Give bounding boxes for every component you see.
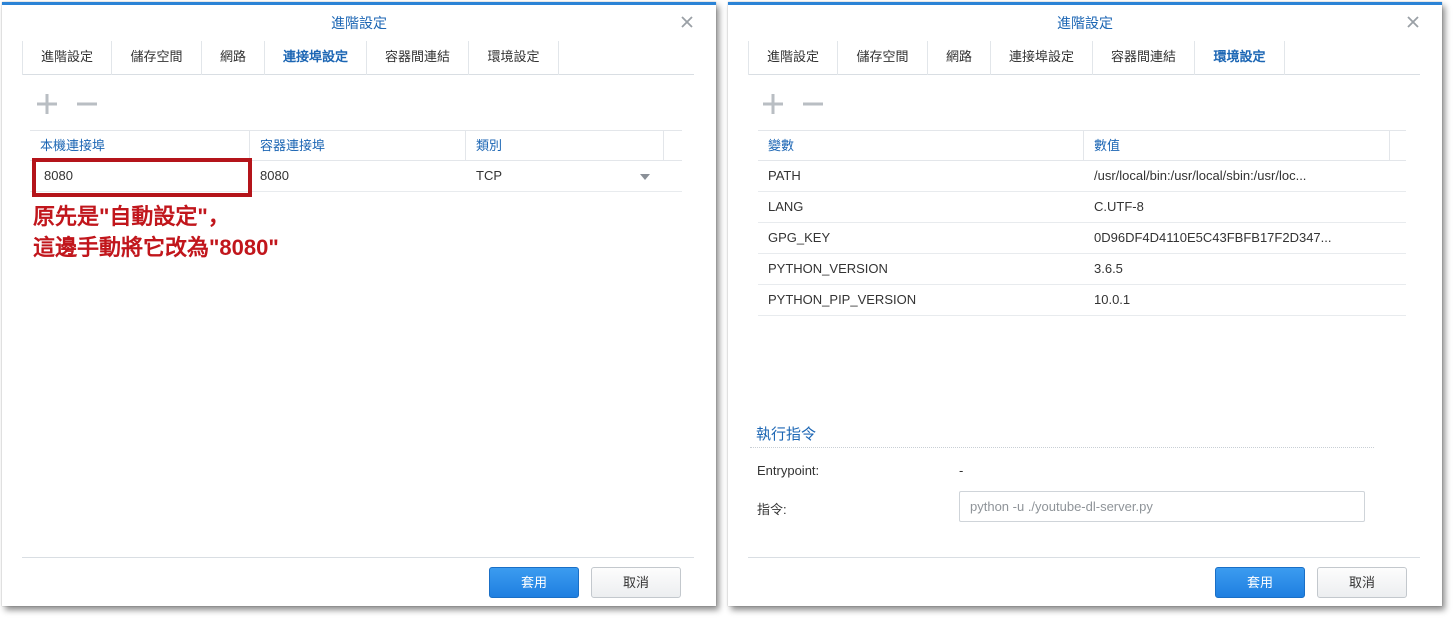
footer-divider (22, 557, 694, 558)
section-title-exec-command: 執行指令 (756, 426, 817, 443)
tab-links[interactable]: 容器間連結 (367, 41, 469, 75)
close-icon[interactable] (679, 14, 695, 30)
apply-button[interactable]: 套用 (1215, 567, 1305, 598)
dialog-title: 進階設定 (1057, 15, 1113, 31)
table-row[interactable]: LANG C.UTF-8 (758, 192, 1406, 223)
entrypoint-label: Entrypoint: (757, 463, 820, 478)
table-row[interactable]: PATH /usr/local/bin:/usr/local/sbin:/usr… (758, 161, 1406, 192)
tab-storage[interactable]: 儲存空間 (112, 41, 202, 75)
table-header: 變數 數值 (758, 130, 1406, 161)
env-value-cell[interactable]: 10.0.1 (1084, 285, 1364, 315)
annotation-highlight-box (32, 158, 252, 197)
tab-environment[interactable]: 環境設定 (1195, 41, 1285, 75)
minus-icon[interactable] (800, 91, 826, 117)
plus-icon[interactable] (34, 91, 60, 117)
chevron-down-icon[interactable] (640, 174, 650, 180)
env-value-cell[interactable]: C.UTF-8 (1084, 192, 1364, 222)
column-header-container-port[interactable]: 容器連接埠 (250, 131, 466, 161)
dialog-title: 進階設定 (331, 15, 387, 31)
command-label: 指令: (757, 502, 787, 517)
column-header-local-port[interactable]: 本機連接埠 (30, 131, 250, 161)
footer-divider (748, 557, 1420, 558)
tab-storage[interactable]: 儲存空間 (838, 41, 928, 75)
column-header-value[interactable]: 數值 (1084, 131, 1390, 161)
tab-bar: 進階設定 儲存空間 網路 連接埠設定 容器間連結 環境設定 (748, 41, 1420, 75)
env-table: 變數 數值 PATH /usr/local/bin:/usr/local/sbi… (758, 130, 1406, 316)
env-value-cell[interactable]: 0D96DF4D4110E5C43FBFB17F2D347... (1084, 223, 1364, 253)
apply-button[interactable]: 套用 (489, 567, 579, 598)
cancel-button[interactable]: 取消 (591, 567, 681, 598)
annotation-line-1: 原先是"自動設定"， (33, 204, 230, 229)
section-divider (750, 447, 1374, 448)
column-header-variable[interactable]: 變數 (758, 131, 1084, 161)
cancel-button[interactable]: 取消 (1317, 567, 1407, 598)
table-row[interactable]: PYTHON_VERSION 3.6.5 (758, 254, 1406, 285)
env-value-cell[interactable]: /usr/local/bin:/usr/local/sbin:/usr/loc.… (1084, 161, 1364, 191)
tab-network[interactable]: 網路 (202, 41, 265, 75)
container-port-cell[interactable]: 8080 (250, 161, 466, 191)
column-header-type[interactable]: 類別 (466, 131, 664, 161)
tab-links[interactable]: 容器間連結 (1093, 41, 1195, 75)
env-name-cell[interactable]: LANG (758, 192, 1078, 222)
tab-advanced[interactable]: 進階設定 (748, 41, 838, 75)
tab-bar: 進階設定 儲存空間 網路 連接埠設定 容器間連結 環境設定 (22, 41, 694, 75)
table-header: 本機連接埠 容器連接埠 類別 (30, 130, 682, 161)
tab-environment[interactable]: 環境設定 (469, 41, 559, 75)
env-name-cell[interactable]: GPG_KEY (758, 223, 1078, 253)
tab-port-settings[interactable]: 連接埠設定 (265, 41, 367, 75)
tab-advanced[interactable]: 進階設定 (22, 41, 112, 75)
annotation-line-2: 這邊手動將它改為"8080" (33, 235, 279, 260)
command-input[interactable] (959, 491, 1365, 522)
minus-icon[interactable] (74, 91, 100, 117)
environment-settings-dialog: 進階設定 進階設定 儲存空間 網路 連接埠設定 容器間連結 環境設定 變數 數值… (728, 2, 1442, 606)
tab-network[interactable]: 網路 (928, 41, 991, 75)
env-value-cell[interactable]: 3.6.5 (1084, 254, 1364, 284)
port-settings-dialog: 進階設定 進階設定 儲存空間 網路 連接埠設定 容器間連結 環境設定 本機連接埠… (2, 2, 716, 606)
entrypoint-value: - (959, 463, 964, 478)
close-icon[interactable] (1405, 14, 1421, 30)
table-row[interactable]: GPG_KEY 0D96DF4D4110E5C43FBFB17F2D347... (758, 223, 1406, 254)
type-cell[interactable]: TCP (466, 161, 626, 191)
env-name-cell[interactable]: PATH (758, 161, 1078, 191)
env-name-cell[interactable]: PYTHON_VERSION (758, 254, 1078, 284)
plus-icon[interactable] (760, 91, 786, 117)
table-row[interactable]: PYTHON_PIP_VERSION 10.0.1 (758, 285, 1406, 316)
env-name-cell[interactable]: PYTHON_PIP_VERSION (758, 285, 1078, 315)
tab-port-settings[interactable]: 連接埠設定 (991, 41, 1093, 75)
